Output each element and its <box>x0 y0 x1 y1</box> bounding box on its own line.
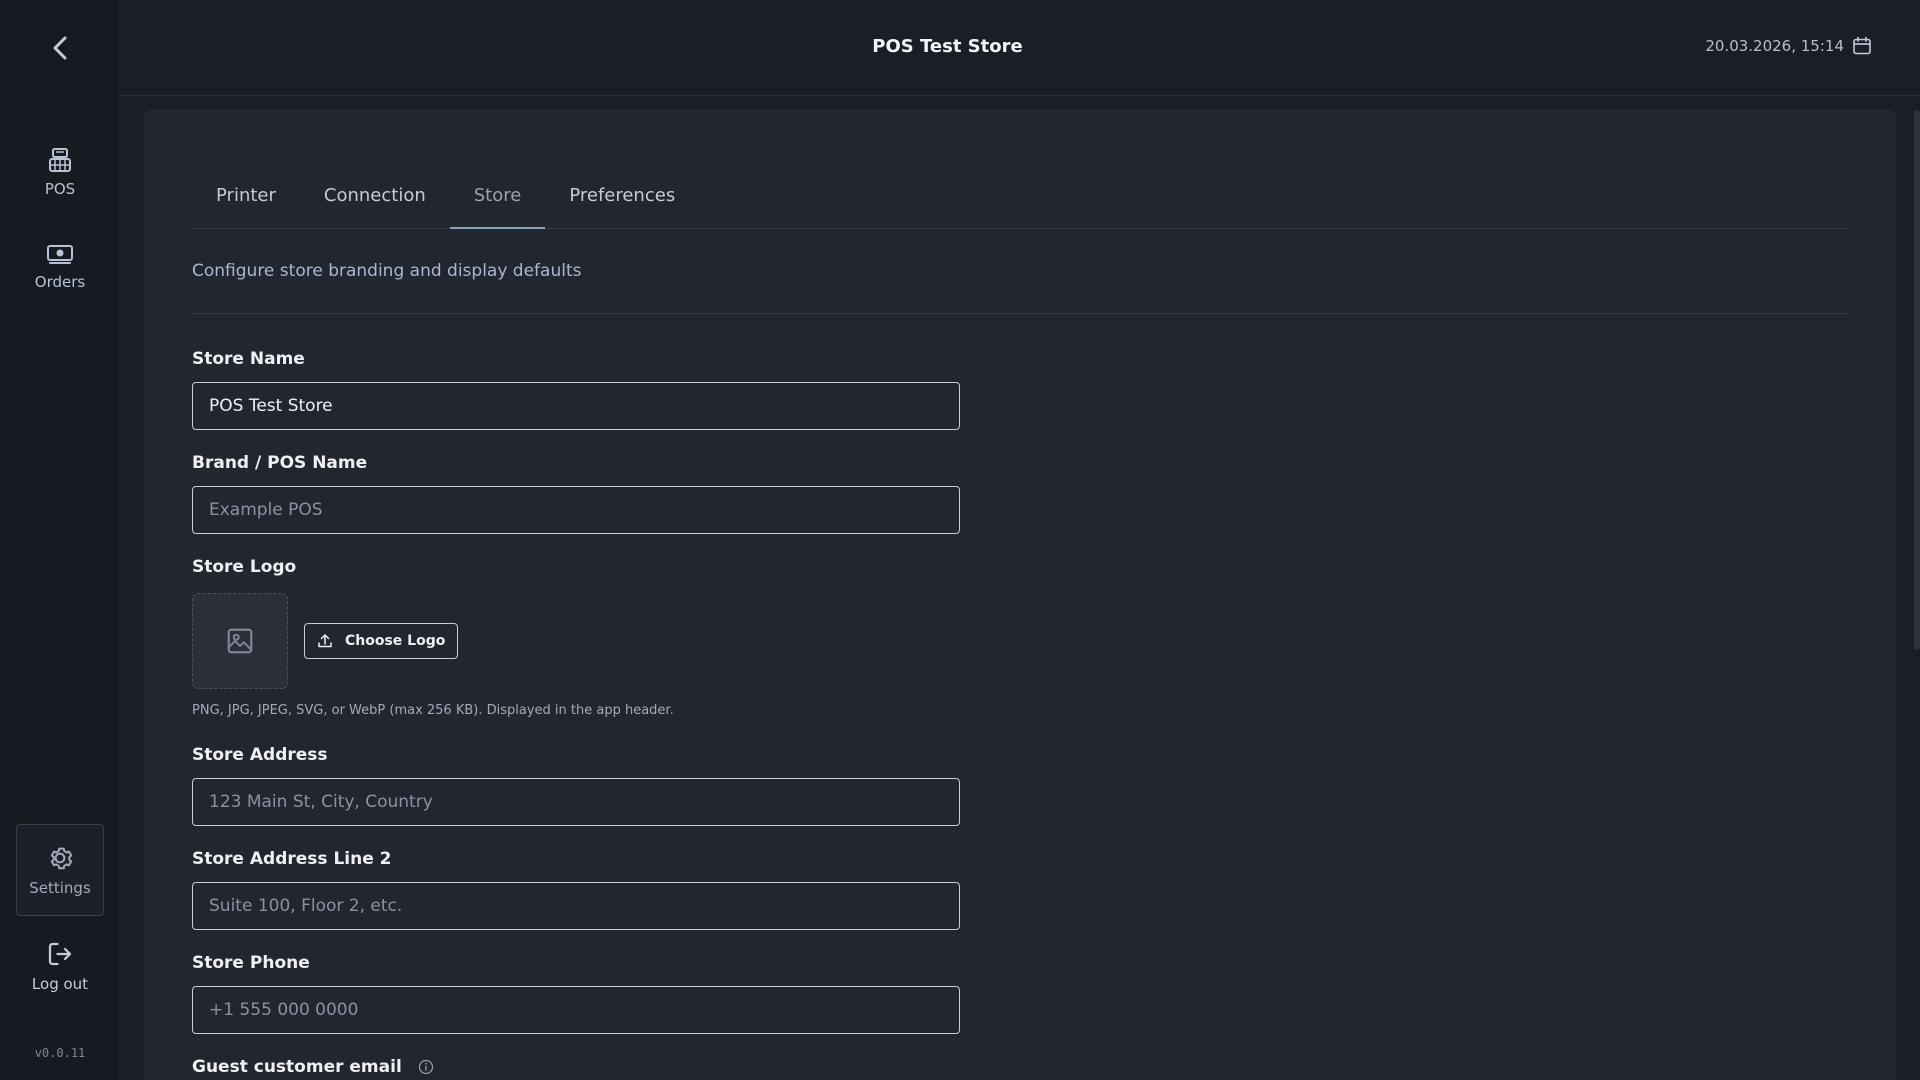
store-address2-input[interactable] <box>192 882 960 930</box>
image-placeholder-icon <box>227 628 253 654</box>
tab-preferences[interactable]: Preferences <box>545 169 699 229</box>
guest-email-label-row: Guest customer email <box>192 1057 434 1077</box>
datetime-display[interactable]: 20.03.2026, 15:14 <box>1705 36 1872 56</box>
logout-icon <box>48 942 72 966</box>
cash-icon <box>47 245 73 264</box>
store-logo-label: Store Logo <box>192 557 297 577</box>
brand-name-label: Brand / POS Name <box>192 453 368 473</box>
chevron-left-icon <box>53 36 67 60</box>
store-phone-label: Store Phone <box>192 953 310 973</box>
brand-name-input[interactable] <box>192 486 960 534</box>
store-name-input[interactable] <box>192 382 960 430</box>
sidebar-item-orders[interactable]: Orders <box>16 226 104 306</box>
app-version: v0.0.11 <box>34 1046 86 1060</box>
sidebar-item-pos[interactable]: POS <box>16 132 104 212</box>
info-icon[interactable] <box>418 1059 434 1075</box>
store-phone-input[interactable] <box>192 986 960 1034</box>
sidebar-item-label: POS <box>44 180 76 198</box>
tab-printer[interactable]: Printer <box>192 169 300 229</box>
tab-connection[interactable]: Connection <box>300 169 450 229</box>
store-address2-label: Store Address Line 2 <box>192 849 392 869</box>
guest-email-label: Guest customer email <box>192 1057 402 1077</box>
sidebar: POS Orders Settings Log out v0.0.11 <box>0 0 120 1080</box>
store-name-label: Store Name <box>192 349 305 369</box>
sidebar-item-label: Orders <box>34 273 86 291</box>
logout-label: Log out <box>31 975 89 993</box>
logo-preview <box>192 593 288 689</box>
logout-button[interactable]: Log out <box>16 928 104 1004</box>
store-address-input[interactable] <box>192 778 960 826</box>
section-divider <box>192 313 1848 314</box>
top-header: POS Test Store 20.03.2026, 15:14 <box>120 0 1920 96</box>
pos-terminal-icon <box>49 148 71 172</box>
settings-card: Printer Connection Store Preferences Con… <box>144 109 1896 1080</box>
sidebar-item-label: Settings <box>29 879 91 897</box>
gear-icon <box>50 847 73 870</box>
settings-tabs: Printer Connection Store Preferences <box>192 169 1848 229</box>
upload-icon <box>318 634 332 648</box>
back-button[interactable] <box>44 32 76 64</box>
datetime-text: 20.03.2026, 15:14 <box>1705 37 1844 55</box>
choose-logo-label: Choose Logo <box>345 633 446 649</box>
choose-logo-button[interactable]: Choose Logo <box>304 623 459 659</box>
store-address-label: Store Address <box>192 745 328 765</box>
sidebar-item-settings[interactable]: Settings <box>16 824 104 916</box>
page-title: POS Test Store <box>872 36 1023 57</box>
section-subtitle: Configure store branding and display def… <box>192 261 582 281</box>
tab-store[interactable]: Store <box>449 169 546 229</box>
calendar-icon <box>1853 36 1871 55</box>
logo-hint: PNG, JPG, JPEG, SVG, or WebP (max 256 KB… <box>192 703 674 718</box>
scrollbar[interactable] <box>1914 110 1920 650</box>
